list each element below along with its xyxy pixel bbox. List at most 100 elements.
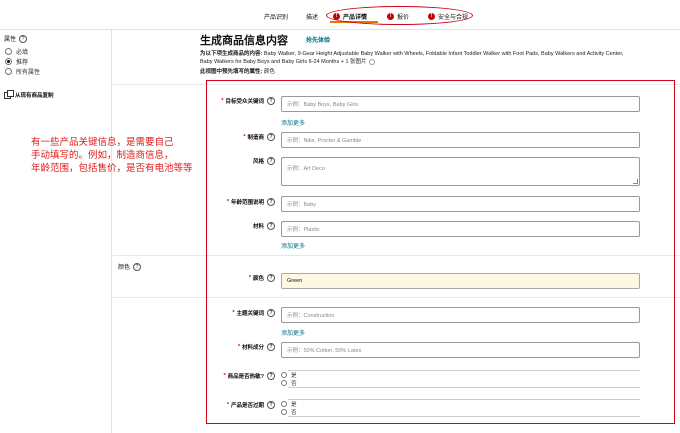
label-text: 目标受众关键词 bbox=[225, 99, 264, 105]
radio-icon bbox=[281, 409, 287, 415]
expired-yes[interactable]: 是 bbox=[281, 400, 297, 408]
radio-icon bbox=[281, 372, 287, 378]
option-divider bbox=[288, 399, 640, 400]
option-divider bbox=[288, 387, 640, 388]
req-lead: 此视图中预先填写的属性: bbox=[200, 69, 263, 75]
copy-label: 从现有商品复制 bbox=[15, 93, 54, 99]
label-text: 材料 bbox=[252, 224, 264, 230]
expired-label: * 产品是否过期? bbox=[155, 401, 275, 409]
radio-icon bbox=[281, 380, 287, 386]
style-label: 风格? bbox=[155, 157, 275, 165]
radio-icon bbox=[5, 68, 12, 75]
desc-lead: 为以下项生成商品的内容: bbox=[200, 51, 263, 57]
material-input[interactable]: 示例：Plastic bbox=[281, 221, 640, 237]
radio-selected-icon bbox=[5, 58, 12, 65]
input-value: Green bbox=[287, 278, 303, 284]
placeholder-text: 示例：Construction bbox=[287, 313, 335, 319]
heat-sensitive-label: * 商品是否热敏?? bbox=[155, 372, 275, 380]
help-icon[interactable]: ? bbox=[267, 97, 275, 105]
tab-bar: 产品识别 描述 ! 产品详情 ! 报价 ! 安全与合规 bbox=[0, 0, 680, 30]
radio-label: 所有属性 bbox=[16, 70, 41, 76]
target-audience-add-more[interactable]: 添加更多 bbox=[281, 118, 305, 127]
color-label: * 颜色? bbox=[155, 274, 275, 282]
label-text: 年龄范围说明 bbox=[230, 200, 264, 206]
option-label: 是 bbox=[291, 373, 297, 379]
radio-label: 必填 bbox=[16, 50, 29, 56]
annotation-oval bbox=[326, 6, 473, 25]
filter-required[interactable]: 必填 bbox=[5, 47, 28, 56]
radio-icon bbox=[5, 48, 12, 55]
tab-description[interactable]: 描述 bbox=[306, 12, 318, 21]
generate-title: 生成商品信息内容 bbox=[200, 35, 288, 47]
option-divider bbox=[288, 416, 640, 417]
filter-recommended[interactable]: 推荐 bbox=[5, 57, 28, 66]
theme-add-more[interactable]: 添加更多 bbox=[281, 328, 305, 337]
label-text: 材料成分 bbox=[241, 345, 264, 351]
expired-no[interactable]: 否 bbox=[281, 408, 297, 416]
fabric-label: * 材料成分? bbox=[155, 343, 275, 351]
option-label: 否 bbox=[291, 381, 297, 387]
target-audience-input[interactable]: 示例：Baby Boys, Baby Girls bbox=[281, 96, 640, 112]
help-icon[interactable]: ? bbox=[267, 157, 275, 165]
color-input[interactable]: Green bbox=[281, 273, 640, 289]
manufacturer-label: * 制造商? bbox=[155, 133, 275, 141]
radio-icon bbox=[281, 401, 287, 407]
tab-label: 产品识别 bbox=[264, 15, 289, 21]
option-label: 否 bbox=[291, 410, 297, 416]
help-icon[interactable]: ? bbox=[19, 34, 28, 43]
section-color-label: 颜色? bbox=[118, 262, 142, 271]
label-text: 颜色 bbox=[252, 276, 264, 282]
help-icon[interactable]: ? bbox=[267, 274, 275, 282]
theme-input[interactable]: 示例：Construction bbox=[281, 307, 640, 323]
help-icon[interactable]: ? bbox=[267, 343, 275, 351]
option-divider bbox=[288, 370, 640, 371]
help-icon[interactable]: ? bbox=[267, 309, 275, 317]
tab-product-identity[interactable]: 产品识别 bbox=[264, 12, 288, 21]
age-range-input[interactable]: 示例：Baby bbox=[281, 196, 640, 212]
copy-icon bbox=[4, 89, 14, 99]
prefilled-attributes: 此视图中预先填写的属性: 颜色 bbox=[200, 67, 275, 75]
help-icon[interactable]: ? bbox=[267, 222, 275, 230]
early-access-link[interactable]: 抢先体验 bbox=[306, 35, 330, 44]
placeholder-text: 示例：Art Deco bbox=[287, 166, 325, 172]
help-icon[interactable]: ? bbox=[267, 133, 275, 141]
attribute-filter-label: 属性 bbox=[4, 37, 17, 43]
label-text: 风格 bbox=[252, 159, 264, 165]
section-color-text: 颜色 bbox=[118, 265, 131, 271]
refresh-icon[interactable] bbox=[368, 58, 375, 65]
annotation-note: 有一些产品关键信息，是需要自己 手动填写的。例如，制造商信息， 年龄范围，包括售… bbox=[31, 136, 201, 175]
label-text: 产品是否过期 bbox=[230, 403, 264, 409]
desc-text: Baby Walker, 9-Gear Height Adjustable Ba… bbox=[200, 51, 624, 65]
heat-sensitive-no[interactable]: 否 bbox=[281, 379, 297, 387]
resize-handle-icon[interactable] bbox=[633, 179, 638, 184]
material-add-more[interactable]: 添加更多 bbox=[281, 241, 305, 250]
copy-from-listing-button[interactable]: 从现有商品复制 bbox=[4, 89, 54, 99]
fabric-input[interactable]: 示例：50% Cotton, 50% Latex bbox=[281, 342, 640, 358]
style-textarea[interactable]: 示例：Art Deco bbox=[281, 157, 640, 186]
option-label: 是 bbox=[291, 402, 297, 408]
placeholder-text: 示例：Baby bbox=[287, 202, 317, 208]
heat-sensitive-yes[interactable]: 是 bbox=[281, 371, 297, 379]
placeholder-text: 示例：Nike, Procter & Gamble bbox=[287, 138, 362, 144]
attribute-filter-title: 属性? bbox=[4, 34, 28, 43]
help-icon[interactable]: ? bbox=[267, 198, 275, 206]
manufacturer-input[interactable]: 示例：Nike, Procter & Gamble bbox=[281, 132, 640, 148]
placeholder-text: 示例：Plastic bbox=[287, 227, 320, 233]
req-value: 颜色 bbox=[263, 69, 275, 75]
tab-label: 描述 bbox=[306, 15, 319, 21]
left-panel: 属性? 必填 推荐 所有属性 从现有商品复制 bbox=[0, 30, 112, 433]
label-text: 制造商 bbox=[247, 135, 264, 141]
filter-all[interactable]: 所有属性 bbox=[5, 67, 40, 76]
theme-label: * 主题关键词? bbox=[155, 309, 275, 317]
placeholder-text: 示例：50% Cotton, 50% Latex bbox=[287, 348, 362, 354]
label-text: 商品是否热敏? bbox=[227, 374, 264, 380]
material-label: 材料? bbox=[155, 222, 275, 230]
help-icon[interactable]: ? bbox=[267, 372, 275, 380]
generate-description: 为以下项生成商品的内容: Baby Walker, 9-Gear Height … bbox=[200, 50, 630, 66]
help-icon[interactable]: ? bbox=[267, 401, 275, 409]
help-icon[interactable]: ? bbox=[133, 262, 142, 271]
radio-label: 推荐 bbox=[16, 60, 29, 66]
placeholder-text: 示例：Baby Boys, Baby Girls bbox=[287, 102, 359, 108]
age-range-label: * 年龄范围说明? bbox=[155, 198, 275, 206]
label-text: 主题关键词 bbox=[236, 311, 264, 317]
